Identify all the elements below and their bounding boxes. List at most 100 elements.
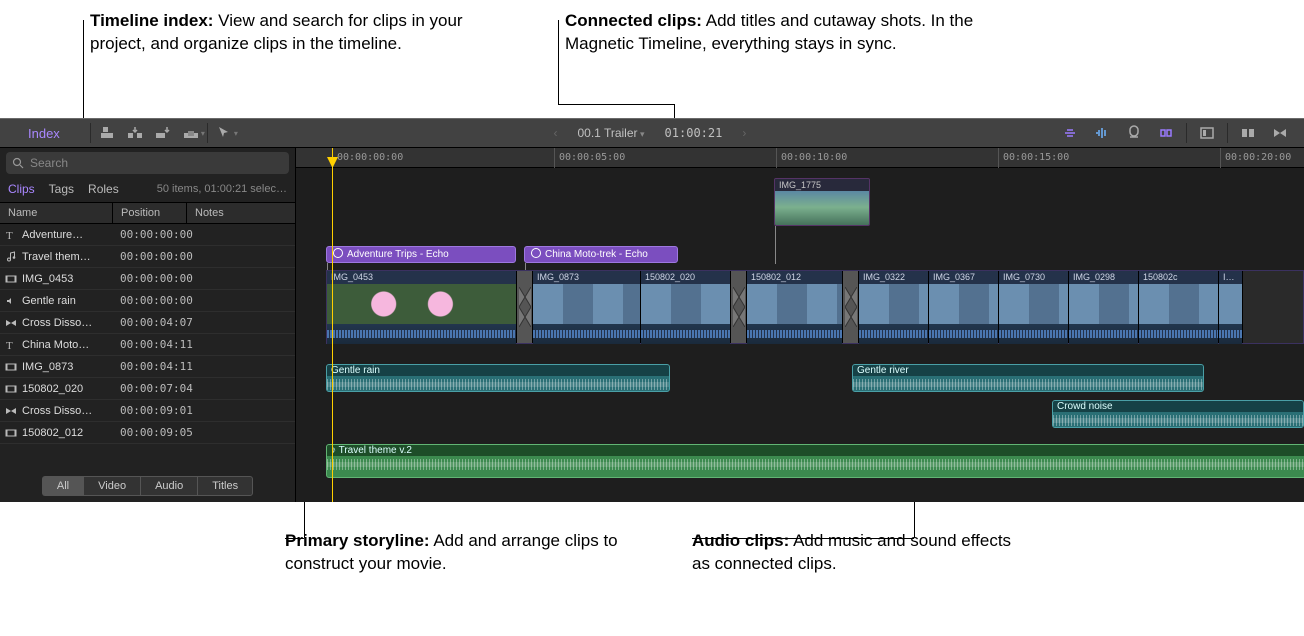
table-row[interactable]: IMG_045300:00:00:00: [0, 268, 295, 290]
index-button[interactable]: Index: [0, 118, 88, 148]
svg-text:T: T: [6, 340, 13, 351]
storyline-clip[interactable]: IMG_0322: [859, 271, 929, 343]
clip-label: IMG_0453: [327, 271, 516, 284]
tab-roles[interactable]: Roles: [88, 182, 119, 196]
table-row[interactable]: TChina Moto…00:00:04:11: [0, 334, 295, 356]
table-row[interactable]: Cross Disso…00:00:09:01: [0, 400, 295, 422]
primary-storyline[interactable]: IMG_0453 IMG_0873150802_020 150802_012 IMG_…: [326, 270, 1304, 344]
transitions-browser-button[interactable]: [1266, 118, 1294, 148]
clip-thumbnail: [999, 284, 1068, 324]
audio-icon: [0, 295, 22, 307]
table-row[interactable]: Gentle rain00:00:00:00: [0, 290, 295, 312]
table-row[interactable]: Travel them…00:00:00:00: [0, 246, 295, 268]
effects-browser-button[interactable]: [1234, 118, 1262, 148]
clip-waveform: [533, 324, 640, 344]
skimming-toggle[interactable]: [1056, 118, 1084, 148]
filter-titles[interactable]: Titles: [197, 476, 253, 496]
table-row[interactable]: IMG_087300:00:04:11: [0, 356, 295, 378]
tab-tags[interactable]: Tags: [49, 182, 74, 196]
music-icon: [0, 251, 22, 263]
row-name: Travel them…: [22, 251, 112, 263]
clip-waveform: [327, 324, 516, 344]
audio-skimming-toggle[interactable]: [1088, 118, 1116, 148]
storyline-clip[interactable]: 150802_020: [641, 271, 731, 343]
storyline-clip[interactable]: IMG_0367: [929, 271, 999, 343]
clip-thumbnail: [1069, 284, 1138, 324]
row-position: 00:00:00:00: [112, 250, 186, 263]
clip-thumbnail: [775, 191, 869, 226]
transition[interactable]: [517, 271, 533, 343]
clip-label: IMG_0730: [999, 271, 1068, 284]
timeline-toolbar: Index ▾ ▾ ‹ 00.1 Trailer 01:00:21 ›: [0, 118, 1304, 148]
audio-clip-gentle-rain[interactable]: Gentle rain: [326, 364, 670, 392]
clip-label: IMG_0873: [533, 271, 640, 284]
index-table-body: TAdventure…00:00:00:00Travel them…00:00:…: [0, 224, 295, 444]
timeline-index-panel: Search Clips Tags Roles 50 items, 01:00:…: [0, 148, 296, 502]
clip-thumbnail: [747, 284, 842, 324]
storyline-clip[interactable]: IMG_0298: [1069, 271, 1139, 343]
callout-audio-clips: Audio clips: Add music and sound effects…: [692, 530, 1032, 576]
table-row[interactable]: 150802_02000:00:07:04: [0, 378, 295, 400]
row-name: 150802_020: [22, 383, 112, 395]
index-search-input[interactable]: Search: [6, 152, 289, 174]
clip-label: 150802_012: [747, 271, 842, 284]
storyline-clip[interactable]: IMG_0453: [327, 271, 517, 343]
row-name: IMG_0873: [22, 361, 112, 373]
clip-label: IMG_0367: [929, 271, 998, 284]
solo-toggle[interactable]: [1120, 118, 1148, 148]
audio-clip-label: Gentle river: [853, 365, 1203, 376]
transition[interactable]: [843, 271, 859, 343]
video-icon: [0, 273, 22, 285]
table-row[interactable]: 150802_01200:00:09:05: [0, 422, 295, 444]
title-clip[interactable]: China Moto-trek - Echo: [524, 246, 678, 263]
title-icon: T: [0, 339, 22, 351]
audio-clip-label: ♪ Travel theme v.2: [327, 445, 1304, 456]
ruler-tick: 00:00:15:00: [998, 148, 1069, 168]
col-header-notes[interactable]: Notes: [186, 203, 295, 223]
connect-clip-button[interactable]: [93, 118, 121, 148]
callout-timeline-index: Timeline index: View and search for clip…: [90, 10, 490, 56]
project-name[interactable]: 00.1 Trailer: [577, 126, 644, 140]
timeline-canvas[interactable]: 00:00:00:0000:00:05:0000:00:10:0000:00:1…: [296, 148, 1304, 502]
row-name: Adventure…: [22, 229, 112, 241]
audio-clip-gentle-river[interactable]: Gentle river: [852, 364, 1204, 392]
connected-clip[interactable]: IMG_1775: [774, 178, 870, 226]
storyline-clip[interactable]: I…: [1219, 271, 1243, 343]
trans-icon: [0, 317, 22, 329]
clip-waveform: [1219, 324, 1242, 344]
storyline-clip[interactable]: 150802_012: [747, 271, 843, 343]
table-row[interactable]: Cross Disso…00:00:04:07: [0, 312, 295, 334]
clip-appearance-button[interactable]: [1193, 118, 1221, 148]
clip-label: 150802c: [1139, 271, 1218, 284]
clip-thumbnail: [859, 284, 928, 324]
filter-video[interactable]: Video: [83, 476, 140, 496]
row-position: 00:00:07:04: [112, 382, 186, 395]
index-tabs: Clips Tags Roles 50 items, 01:00:21 sele…: [0, 178, 295, 202]
storyline-clip[interactable]: IMG_0873: [533, 271, 641, 343]
clip-waveform: [859, 324, 928, 344]
tab-clips[interactable]: Clips: [8, 182, 35, 196]
filter-all[interactable]: All: [42, 476, 83, 496]
append-clip-button[interactable]: [149, 118, 177, 148]
col-header-name[interactable]: Name: [0, 203, 112, 223]
connection-line: [327, 263, 328, 270]
filter-audio[interactable]: Audio: [140, 476, 197, 496]
tool-selector[interactable]: ▾: [210, 118, 244, 148]
transition[interactable]: [731, 271, 747, 343]
clip-thumbnail: [533, 284, 640, 324]
timeline-ruler[interactable]: 00:00:00:0000:00:05:0000:00:10:0000:00:1…: [296, 148, 1304, 168]
insert-clip-button[interactable]: [121, 118, 149, 148]
clip-label: I…: [1219, 271, 1242, 284]
clip-waveform: [999, 324, 1068, 344]
storyline-clip[interactable]: 150802c: [1139, 271, 1219, 343]
row-name: Cross Disso…: [22, 317, 112, 329]
table-row[interactable]: TAdventure…00:00:00:00: [0, 224, 295, 246]
audio-clip-crowd-noise[interactable]: Crowd noise: [1052, 400, 1304, 428]
playhead[interactable]: [332, 148, 333, 502]
storyline-clip[interactable]: IMG_0730: [999, 271, 1069, 343]
snapping-toggle[interactable]: [1152, 118, 1180, 148]
col-header-position[interactable]: Position: [112, 203, 186, 223]
audio-clip-travel-theme[interactable]: ♪ Travel theme v.2: [326, 444, 1304, 478]
clip-waveform: [747, 324, 842, 344]
title-clip[interactable]: Adventure Trips - Echo: [326, 246, 516, 263]
